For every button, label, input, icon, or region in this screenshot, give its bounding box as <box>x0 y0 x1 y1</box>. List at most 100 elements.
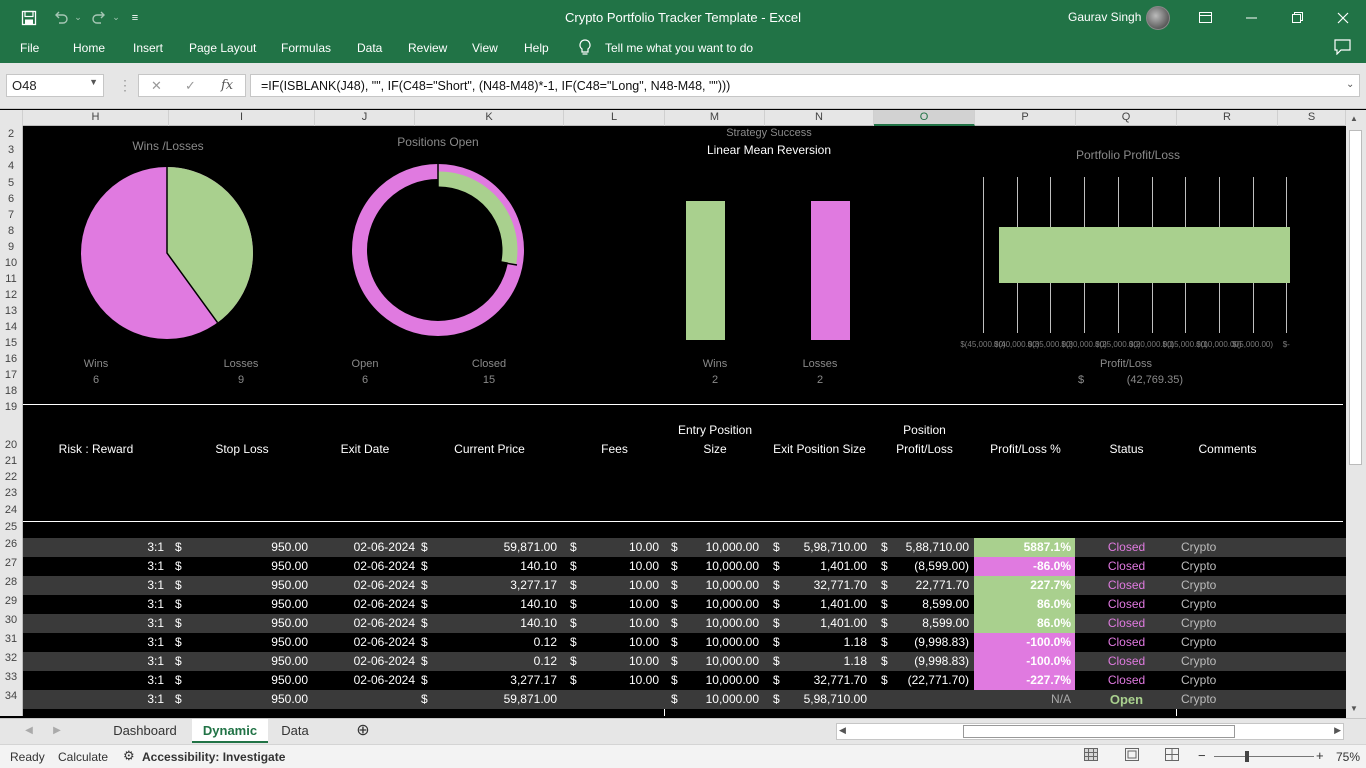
pl-pct-cell[interactable]: -100.0% <box>974 652 1075 671</box>
stop-loss-cell[interactable]: 950.00 <box>183 538 308 557</box>
menu-page-layout[interactable]: Page Layout <box>189 41 256 55</box>
stop-loss-cell[interactable]: 950.00 <box>183 690 308 709</box>
hscroll-left-icon[interactable]: ◀ <box>839 725 846 736</box>
row-header[interactable]: 7 <box>0 207 23 223</box>
accessibility-icon[interactable]: ⚙ <box>123 748 135 764</box>
exit-date-cell[interactable]: 02-06-2024 <box>315 652 415 671</box>
status-cell[interactable]: Closed <box>1076 614 1177 633</box>
enter-icon[interactable]: ✓ <box>185 78 196 94</box>
exit-date-cell[interactable]: 02-06-2024 <box>315 576 415 595</box>
entry-size-cell[interactable]: 10,000.00 <box>683 557 759 576</box>
page-layout-view-icon[interactable] <box>1125 748 1139 764</box>
currency-symbol[interactable]: $ <box>421 633 433 652</box>
column-header-s[interactable]: S <box>1278 110 1346 126</box>
row-header[interactable]: 14 <box>0 319 23 335</box>
pl-pct-cell[interactable]: 5887.1% <box>974 538 1075 557</box>
entry-size-cell[interactable]: 10,000.00 <box>683 690 759 709</box>
currency-symbol[interactable]: $ <box>421 614 433 633</box>
row-header[interactable]: 18 <box>0 383 23 399</box>
currency-symbol[interactable]: $ <box>570 614 582 633</box>
row-header[interactable]: 30 <box>0 611 23 630</box>
tab-dashboard[interactable]: Dashboard <box>100 719 190 743</box>
pl-cell[interactable]: (22,771.70) <box>893 671 969 690</box>
currency-symbol[interactable]: $ <box>881 595 893 614</box>
comments-cell[interactable]: Crypto <box>1179 614 1280 633</box>
status-cell[interactable]: Closed <box>1076 538 1177 557</box>
currency-symbol[interactable]: $ <box>671 671 683 690</box>
currency-symbol[interactable]: $ <box>570 538 582 557</box>
comments-cell[interactable]: Crypto <box>1179 557 1280 576</box>
fees-cell[interactable]: 10.00 <box>583 671 659 690</box>
stop-loss-cell[interactable]: 950.00 <box>183 595 308 614</box>
pl-pct-cell[interactable]: 86.0% <box>974 614 1075 633</box>
fees-cell[interactable]: 10.00 <box>583 557 659 576</box>
currency-symbol[interactable]: $ <box>671 557 683 576</box>
risk-reward-cell[interactable]: 3:1 <box>23 614 164 633</box>
stop-loss-cell[interactable]: 950.00 <box>183 671 308 690</box>
restore-icon[interactable] <box>1284 0 1310 35</box>
currency-symbol[interactable]: $ <box>421 538 433 557</box>
row-header[interactable]: 16 <box>0 351 23 367</box>
column-header-o[interactable]: O <box>874 110 975 126</box>
tell-me-search[interactable]: Tell me what you want to do <box>605 41 753 55</box>
row-header[interactable]: 13 <box>0 303 23 319</box>
pl-cell[interactable]: 8,599.00 <box>893 595 969 614</box>
column-header-p[interactable]: P <box>975 110 1076 126</box>
fees-cell[interactable]: 10.00 <box>583 652 659 671</box>
name-box[interactable]: O48 ▼ <box>6 74 104 97</box>
user-name[interactable]: Gaurav Singh <box>1068 10 1141 24</box>
column-header-l[interactable]: L <box>564 110 665 126</box>
currency-symbol[interactable] <box>570 690 582 709</box>
minimize-icon[interactable] <box>1238 0 1264 35</box>
risk-reward-cell[interactable]: 3:1 <box>23 595 164 614</box>
exit-size-cell[interactable]: 1,401.00 <box>783 614 867 633</box>
column-header-i[interactable]: I <box>169 110 315 126</box>
entry-size-cell[interactable]: 10,000.00 <box>683 576 759 595</box>
risk-reward-cell[interactable]: 3:1 <box>23 557 164 576</box>
menu-data[interactable]: Data <box>357 41 382 55</box>
row-header[interactable]: 33 <box>0 668 23 687</box>
exit-size-cell[interactable]: 1,401.00 <box>783 595 867 614</box>
currency-symbol[interactable]: $ <box>671 652 683 671</box>
tab-scroll-right-icon[interactable]: ▶ <box>50 719 64 743</box>
vertical-scrollbar[interactable]: ▲ ▼ <box>1346 110 1366 718</box>
row-header[interactable]: 23 <box>0 485 23 502</box>
spreadsheet-grid[interactable]: Wins /Losses Wins Losses 6 9 Positions O… <box>23 126 1346 716</box>
exit-size-cell[interactable]: 5,98,710.00 <box>783 690 867 709</box>
currency-symbol[interactable]: $ <box>421 595 433 614</box>
current-price-cell[interactable]: 140.10 <box>433 557 557 576</box>
pl-pct-cell[interactable]: -100.0% <box>974 633 1075 652</box>
row-header[interactable]: 28 <box>0 573 23 592</box>
row-header[interactable]: 15 <box>0 335 23 351</box>
comments-cell[interactable]: Crypto <box>1179 595 1280 614</box>
zoom-in-icon[interactable]: + <box>1316 748 1324 763</box>
normal-view-icon[interactable] <box>1084 748 1098 764</box>
status-cell[interactable]: Closed <box>1076 557 1177 576</box>
entry-size-cell[interactable]: 10,000.00 <box>683 652 759 671</box>
currency-symbol[interactable]: $ <box>881 557 893 576</box>
pl-pct-cell[interactable]: 227.7% <box>974 576 1075 595</box>
comments-cell[interactable]: Crypto <box>1179 576 1280 595</box>
currency-symbol[interactable]: $ <box>570 557 582 576</box>
expand-formula-icon[interactable]: ⌄ <box>1346 79 1354 90</box>
exit-size-cell[interactable]: 32,771.70 <box>783 576 867 595</box>
entry-size-cell[interactable]: 10,000.00 <box>683 614 759 633</box>
exit-size-cell[interactable]: 1.18 <box>783 652 867 671</box>
status-cell[interactable]: Closed <box>1076 633 1177 652</box>
menu-home[interactable]: Home <box>73 41 105 55</box>
stop-loss-cell[interactable]: 950.00 <box>183 633 308 652</box>
pl-cell[interactable]: (9,998.83) <box>893 633 969 652</box>
currency-symbol[interactable]: $ <box>881 671 893 690</box>
column-header-j[interactable]: J <box>315 110 415 126</box>
zoom-slider[interactable] <box>1214 756 1314 757</box>
row-header[interactable]: 2 <box>0 126 23 142</box>
currency-symbol[interactable]: $ <box>881 538 893 557</box>
positions-open-donut[interactable] <box>349 161 529 341</box>
stop-loss-cell[interactable]: 950.00 <box>183 614 308 633</box>
row-header[interactable]: 26 <box>0 535 23 554</box>
row-header[interactable]: 19 <box>0 399 23 415</box>
column-header-k[interactable]: K <box>415 110 564 126</box>
currency-symbol[interactable]: $ <box>570 652 582 671</box>
currency-symbol[interactable]: $ <box>421 576 433 595</box>
row-header[interactable]: 10 <box>0 255 23 271</box>
